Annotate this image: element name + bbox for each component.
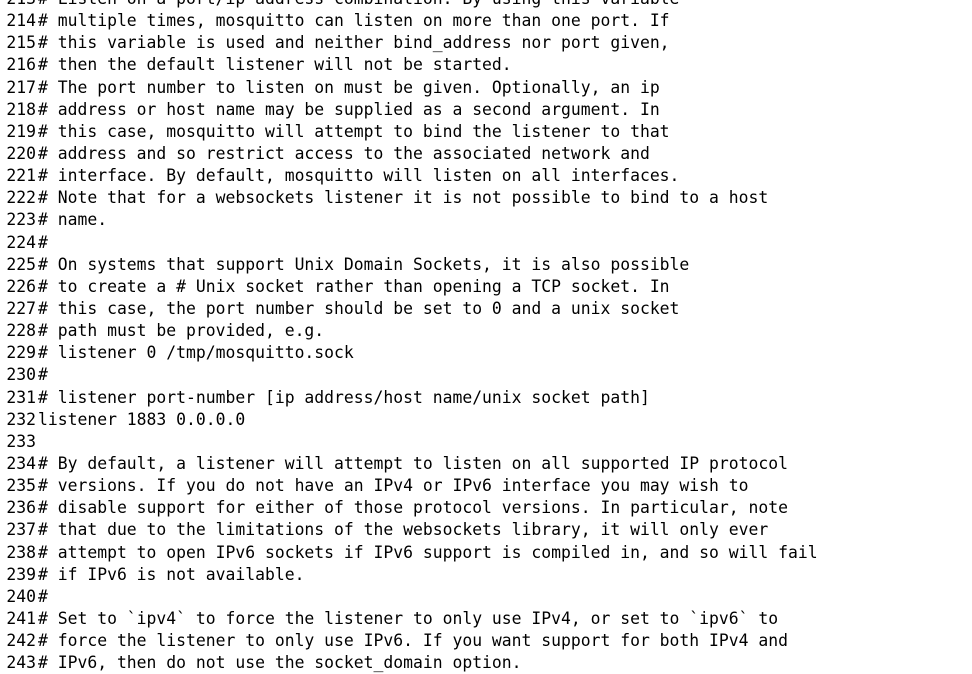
code-line[interactable]: 238 # attempt to open IPv6 sockets if IPv… (0, 542, 972, 564)
line-text[interactable]: # address and so restrict access to the … (38, 143, 972, 165)
line-number: 229 (6, 343, 36, 363)
line-number: 213 (0, 0, 38, 10)
line-text[interactable]: # that due to the limitations of the web… (38, 519, 972, 541)
line-number: 234 (6, 453, 36, 473)
line-number: 230 (6, 365, 36, 385)
code-line[interactable]: 234 # By default, a listener will attempt… (0, 453, 972, 475)
code-line[interactable]: 226 # to create a # Unix socket rather th… (0, 276, 972, 298)
line-number: 241 (6, 608, 36, 628)
line-number: 236 (6, 498, 36, 518)
code-line[interactable]: 213# Listen on a port/ip address combina… (0, 0, 972, 10)
line-text[interactable]: # versions. If you do not have an IPv4 o… (38, 475, 972, 497)
line-text[interactable]: # if IPv6 is not available. (38, 564, 972, 586)
line-text[interactable]: # (38, 364, 972, 386)
code-line[interactable]: 222 # Note that for a websockets listener… (0, 187, 972, 209)
line-text[interactable]: # force the listener to only use IPv6. I… (38, 630, 972, 652)
line-number: 218 (6, 99, 36, 119)
line-number: 232 (6, 409, 36, 429)
line-text[interactable]: # this case, mosquitto will attempt to b… (38, 121, 972, 143)
line-number: 224 (6, 232, 36, 252)
line-number: 226 (6, 276, 36, 296)
line-text[interactable]: listener 1883 0.0.0.0 (38, 409, 972, 431)
code-line[interactable]: 219 # this case, mosquitto will attempt t… (0, 121, 972, 143)
line-number: 220 (6, 143, 36, 163)
line-text[interactable]: # listener 0 /tmp/mosquitto.sock (38, 342, 972, 364)
line-number: 242 (6, 631, 36, 651)
line-text[interactable]: # name. (38, 209, 972, 231)
code-line[interactable]: 241 # Set to `ipv4` to force the listener… (0, 608, 972, 630)
line-text[interactable]: # On systems that support Unix Domain So… (38, 254, 972, 276)
line-number: 228 (6, 321, 36, 341)
line-text[interactable]: # path must be provided, e.g. (38, 320, 972, 342)
code-line[interactable]: 216 # then the default listener will not … (0, 54, 972, 76)
code-line[interactable]: 235 # versions. If you do not have an IPv… (0, 475, 972, 497)
line-number: 239 (6, 564, 36, 584)
code-line[interactable]: 231 # listener port-number [ip address/ho… (0, 387, 972, 409)
code-line[interactable]: 243 # IPv6, then do not use the socket_do… (0, 652, 972, 674)
code-line[interactable]: 225 # On systems that support Unix Domain… (0, 254, 972, 276)
line-number: 240 (6, 586, 36, 606)
line-number: 217 (6, 77, 36, 97)
line-text[interactable]: # listener port-number [ip address/host … (38, 387, 972, 409)
code-line[interactable]: 228 # path must be provided, e.g. (0, 320, 972, 342)
line-number: 216 (6, 55, 36, 75)
code-line[interactable]: 240 # (0, 586, 972, 608)
line-text[interactable]: # (38, 586, 972, 608)
code-line[interactable]: 220 # address and so restrict access to t… (0, 143, 972, 165)
line-text[interactable]: # By default, a listener will attempt to… (38, 453, 972, 475)
code-line[interactable]: 236 # disable support for either of those… (0, 497, 972, 519)
line-text[interactable]: # (38, 232, 972, 254)
code-line[interactable]: 224 # (0, 232, 972, 254)
line-number: 223 (6, 210, 36, 230)
code-line[interactable]: 233 (0, 431, 972, 453)
line-number: 222 (6, 188, 36, 208)
code-line[interactable]: 218 # address or host name may be supplie… (0, 99, 972, 121)
line-text[interactable]: # attempt to open IPv6 sockets if IPv6 s… (38, 542, 972, 564)
code-line[interactable]: 229 # listener 0 /tmp/mosquitto.sock (0, 342, 972, 364)
line-number: 219 (6, 121, 36, 141)
code-line[interactable]: 227 # this case, the port number should b… (0, 298, 972, 320)
line-number: 215 (6, 33, 36, 53)
line-text[interactable]: # The port number to listen on must be g… (38, 77, 972, 99)
line-number: 225 (6, 254, 36, 274)
line-text[interactable]: # IPv6, then do not use the socket_domai… (38, 652, 972, 674)
line-text[interactable]: # Set to `ipv4` to force the listener to… (38, 608, 972, 630)
line-text[interactable]: # multiple times, mosquitto can listen o… (38, 10, 972, 32)
code-line[interactable]: 239 # if IPv6 is not available. (0, 564, 972, 586)
line-number: 238 (6, 542, 36, 562)
code-line[interactable]: 217 # The port number to listen on must b… (0, 77, 972, 99)
line-number: 214 (6, 11, 36, 31)
line-text[interactable]: # address or host name may be supplied a… (38, 99, 972, 121)
text-editor[interactable]: 213# Listen on a port/ip address combina… (0, 0, 972, 674)
code-line[interactable]: 221 # interface. By default, mosquitto wi… (0, 165, 972, 187)
line-text[interactable]: # Note that for a websockets listener it… (38, 187, 972, 209)
line-number: 243 (6, 653, 36, 673)
line-text[interactable]: # disable support for either of those pr… (38, 497, 972, 519)
line-text[interactable]: # Listen on a port/ip address combinatio… (38, 0, 972, 10)
code-line[interactable]: 214 # multiple times, mosquitto can liste… (0, 10, 972, 32)
line-text[interactable]: # then the default listener will not be … (38, 54, 972, 76)
line-number: 233 (6, 431, 36, 451)
line-text[interactable]: # this case, the port number should be s… (38, 298, 972, 320)
code-line[interactable]: 230 # (0, 364, 972, 386)
code-line[interactable]: 242 # force the listener to only use IPv6… (0, 630, 972, 652)
code-line[interactable]: 223 # name. (0, 209, 972, 231)
line-number: 237 (6, 520, 36, 540)
line-text[interactable]: # interface. By default, mosquitto will … (38, 165, 972, 187)
line-number: 227 (6, 298, 36, 318)
line-number: 231 (6, 387, 36, 407)
code-line[interactable]: 237 # that due to the limitations of the … (0, 519, 972, 541)
line-number: 221 (6, 166, 36, 186)
code-line[interactable]: 215 # this variable is used and neither b… (0, 32, 972, 54)
line-text[interactable]: # to create a # Unix socket rather than … (38, 276, 972, 298)
line-number: 235 (6, 476, 36, 496)
code-line[interactable]: 232 listener 1883 0.0.0.0 (0, 409, 972, 431)
line-text[interactable]: # this variable is used and neither bind… (38, 32, 972, 54)
line-text[interactable] (38, 431, 972, 453)
